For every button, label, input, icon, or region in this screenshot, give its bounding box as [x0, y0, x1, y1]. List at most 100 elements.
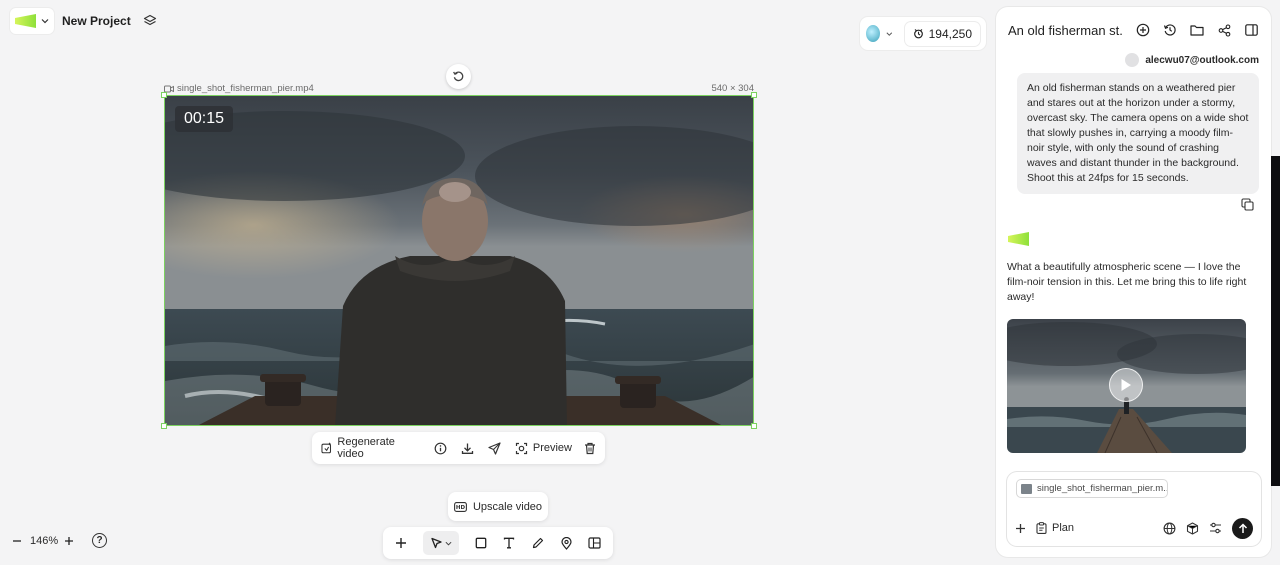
preview-label: Preview [532, 442, 572, 454]
zoom-out-button[interactable] [12, 536, 22, 546]
account-avatar[interactable] [866, 25, 881, 42]
text-tool[interactable] [497, 531, 521, 555]
attachment-thumbnail [1021, 483, 1032, 494]
preview-button[interactable]: Preview [515, 436, 572, 460]
video-file-name: single_shot_fisherman_pier.mp4 [177, 83, 314, 94]
chevron-down-icon[interactable] [886, 30, 893, 38]
preview-icon [515, 442, 527, 454]
composer-actions: Plan [1015, 517, 1253, 539]
info-button[interactable] [434, 436, 447, 460]
background-window-edge [1271, 156, 1280, 486]
layout-icon [588, 537, 601, 549]
folder-icon [1190, 25, 1204, 36]
add-attachment-button[interactable] [1015, 523, 1026, 534]
send-message-button[interactable] [1232, 517, 1253, 539]
layout-tool[interactable] [583, 531, 607, 555]
project-name[interactable]: New Project [62, 14, 131, 28]
zoom-in-button[interactable] [64, 536, 74, 546]
square-icon [475, 537, 487, 549]
assistant-message: What a beautifully atmospheric scene — I… [1007, 261, 1247, 303]
sliders-icon [1210, 522, 1221, 534]
copy-message-button[interactable] [1241, 198, 1254, 211]
regenerate-icon [321, 442, 332, 454]
project-header: New Project [10, 8, 157, 34]
zoom-level[interactable]: 146% [30, 535, 58, 547]
regenerate-video-label: Regenerate video [337, 436, 395, 460]
map-pin-icon [561, 536, 572, 550]
attachment-chip[interactable]: single_shot_fisherman_pier.m... [1017, 480, 1167, 497]
upscale-video-label: Upscale video [472, 500, 543, 513]
plus-icon [396, 538, 407, 548]
files-button[interactable] [1188, 21, 1206, 39]
user-avatar [1125, 53, 1140, 67]
history-button[interactable] [1161, 21, 1179, 39]
credits-button[interactable]: 194,250 [905, 22, 980, 46]
play-icon [1121, 379, 1131, 391]
help-icon[interactable]: ? [92, 533, 107, 548]
settings-sliders-button[interactable] [1209, 522, 1222, 534]
rotate-icon [453, 71, 464, 82]
brand-logo-icon [15, 14, 36, 28]
download-button[interactable] [461, 436, 474, 460]
web-search-button[interactable] [1163, 522, 1176, 535]
pin-tool[interactable] [554, 531, 578, 555]
info-icon [434, 442, 447, 454]
add-tool[interactable] [389, 531, 413, 555]
delete-button[interactable] [584, 436, 596, 460]
clipboard-icon [1036, 522, 1047, 534]
arrow-up-icon [1238, 522, 1247, 533]
chevron-down-icon [445, 541, 452, 546]
chat-composer[interactable]: single_shot_fisherman_pier.m... Plan [1007, 472, 1261, 546]
credits-count: 194,250 [928, 26, 972, 41]
globe-icon [1163, 522, 1176, 534]
play-button[interactable] [1109, 368, 1143, 402]
resize-handle-br[interactable] [751, 423, 757, 429]
user-message-bubble: An old fisherman stands on a weathered p… [1017, 73, 1259, 194]
text-icon [504, 537, 515, 549]
plus-icon [65, 536, 73, 545]
share-button[interactable] [1215, 21, 1233, 39]
sidebar-icon [1244, 24, 1258, 36]
toggle-panel-button[interactable] [1242, 21, 1260, 39]
reset-rotation-button[interactable] [446, 64, 471, 89]
video-duration-badge: 00:15 [175, 106, 234, 132]
layers-icon[interactable] [143, 14, 157, 28]
app-logo-button[interactable] [10, 8, 54, 34]
chevron-down-icon [41, 19, 49, 24]
plan-mode-label: Plan [1052, 522, 1075, 534]
credits-icon [913, 29, 923, 39]
download-icon [461, 443, 474, 454]
pen-tool[interactable] [526, 531, 550, 555]
user-identity: alecwu07@outlook.com [1125, 53, 1259, 67]
resize-handle-bl[interactable] [161, 423, 167, 429]
cube-icon [1186, 521, 1199, 535]
canvas-toolbar [383, 527, 613, 559]
new-chat-button[interactable] [1134, 21, 1152, 39]
user-email: alecwu07@outlook.com [1145, 54, 1259, 66]
chat-title[interactable]: An old fisherman st... [1008, 23, 1124, 38]
rectangle-tool[interactable] [469, 531, 493, 555]
trash-icon [585, 442, 595, 454]
history-icon [1163, 24, 1176, 36]
resize-handle-tr[interactable] [751, 92, 757, 98]
svg-text:HD: HD [456, 505, 466, 511]
video-canvas-frame[interactable]: 00:15 [164, 95, 754, 426]
select-tool[interactable] [423, 531, 459, 555]
model-select-button[interactable] [1186, 521, 1199, 535]
brand-logo-icon [1008, 232, 1029, 246]
plan-mode-button[interactable]: Plan [1036, 522, 1074, 534]
resize-handle-tl[interactable] [161, 92, 167, 98]
plus-circle-icon [1136, 23, 1150, 37]
generated-video-preview[interactable] [1007, 319, 1246, 453]
upscale-video-button[interactable]: HD Upscale video [448, 492, 548, 521]
assistant-avatar [1008, 232, 1030, 246]
cursor-icon [431, 537, 442, 548]
regenerate-video-button[interactable]: Regenerate video [321, 436, 420, 460]
copy-icon [1241, 198, 1254, 211]
zoom-controls: 146% ? [12, 533, 107, 548]
hd-icon: HD [454, 501, 467, 512]
pencil-icon [532, 537, 543, 549]
video-frame-image [165, 96, 753, 425]
share-send-button[interactable] [488, 436, 501, 460]
chat-header: An old fisherman st... [1008, 20, 1260, 40]
